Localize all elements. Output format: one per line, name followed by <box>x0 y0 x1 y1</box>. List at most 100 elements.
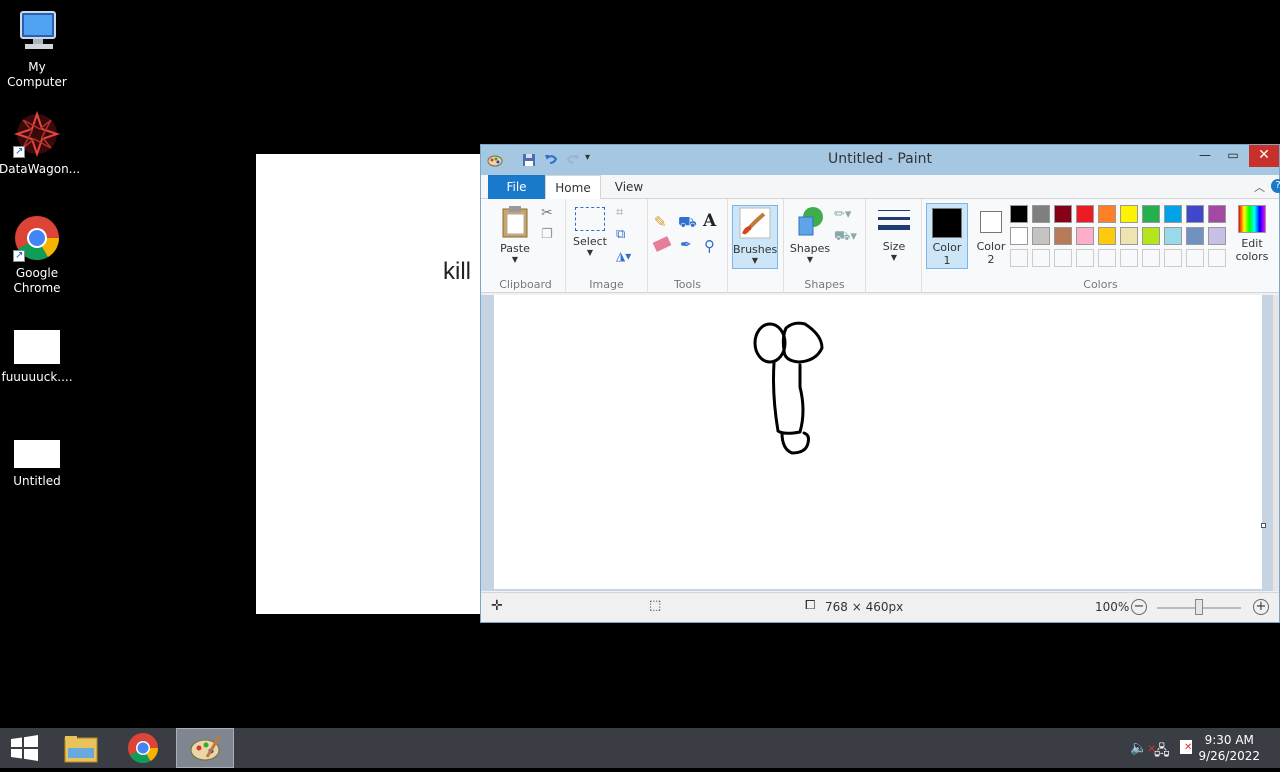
custom-color-slot[interactable] <box>1032 249 1050 267</box>
text-icon[interactable]: A <box>703 211 716 231</box>
color1-button[interactable]: Color 1 <box>926 203 968 269</box>
palette-swatch[interactable] <box>1120 227 1138 245</box>
edit-colors-button[interactable]: Edit colors <box>1232 205 1272 263</box>
tab-home[interactable]: Home <box>545 175 601 200</box>
tools-group-label: Tools <box>673 278 702 291</box>
maximize-button[interactable]: ▭ <box>1219 145 1247 167</box>
clock[interactable]: 9:30 AM 9/26/2022 <box>1198 732 1260 764</box>
desktop-icon-my-computer[interactable]: My Computer <box>0 8 75 90</box>
custom-color-slot[interactable] <box>1120 249 1138 267</box>
palette-swatch[interactable] <box>1032 227 1050 245</box>
crop-icon[interactable]: ⌗ <box>616 205 623 220</box>
palette-swatch[interactable] <box>1098 227 1116 245</box>
paste-button[interactable]: Paste ▼ <box>492 205 538 264</box>
datawagon-icon <box>13 110 61 159</box>
tools-group: ✎ ⛟ A ✒ ⚲ Tools <box>648 199 728 293</box>
palette-swatch[interactable] <box>1164 227 1182 245</box>
pencil-icon[interactable]: ✎ <box>654 213 667 231</box>
palette-swatch[interactable] <box>1120 205 1138 223</box>
chrome-icon <box>128 733 158 764</box>
palette-swatch[interactable] <box>1208 227 1226 245</box>
clock-time: 9:30 AM <box>1204 733 1254 747</box>
custom-color-slot[interactable] <box>1010 249 1028 267</box>
palette-swatch[interactable] <box>1076 205 1094 223</box>
desktop-icon-fuuuuuck[interactable]: fuuuuuck.... <box>0 328 75 385</box>
custom-color-slot[interactable] <box>1208 249 1226 267</box>
colors-group-label: Colors <box>1083 278 1118 291</box>
fill-shape-icon[interactable]: ⛟▾ <box>834 229 857 246</box>
zoom-in-button[interactable]: + <box>1253 599 1269 615</box>
desktop-icon-datawagon[interactable]: DataWagon... <box>0 110 80 177</box>
brushes-button[interactable]: Brushes ▼ <box>732 205 778 269</box>
taskbar-chrome[interactable] <box>114 728 172 768</box>
shortcut-arrow-icon <box>13 248 25 263</box>
palette-swatch[interactable] <box>1098 205 1116 223</box>
zoom-slider-thumb[interactable] <box>1195 599 1203 615</box>
paint-icon <box>190 736 221 761</box>
brush-icon <box>739 207 771 239</box>
size-button[interactable]: Size ▼ <box>874 207 914 262</box>
shapes-label: Shapes <box>789 242 831 255</box>
color-picker-icon[interactable]: ✒ <box>680 237 692 253</box>
tab-file[interactable]: File <box>488 175 545 199</box>
image-group-label: Image <box>589 278 624 291</box>
custom-color-slot[interactable] <box>1142 249 1160 267</box>
palette-swatch[interactable] <box>1054 227 1072 245</box>
palette-swatch[interactable] <box>1186 227 1204 245</box>
custom-color-slot[interactable] <box>1098 249 1116 267</box>
palette-swatch[interactable] <box>1032 205 1050 223</box>
drawing-canvas[interactable] <box>494 295 1262 589</box>
select-button[interactable]: Select ▼ <box>570 207 610 257</box>
color1-swatch <box>932 208 962 238</box>
zoom-out-button[interactable]: − <box>1131 599 1147 615</box>
custom-color-slot[interactable] <box>1076 249 1094 267</box>
palette-swatch[interactable] <box>1076 227 1094 245</box>
rotate-icon[interactable]: ◮▾ <box>616 249 631 263</box>
minimize-button[interactable]: — <box>1191 145 1219 167</box>
background-window[interactable]: kill <box>256 154 482 614</box>
outline-icon[interactable]: ✏▾ <box>834 207 851 222</box>
close-button[interactable]: ✕ <box>1249 145 1279 167</box>
dropdown-arrow-icon: ▼ <box>890 253 898 262</box>
palette-swatch[interactable] <box>1208 205 1226 223</box>
taskbar-paint[interactable] <box>176 728 234 768</box>
custom-color-slot[interactable] <box>1054 249 1072 267</box>
eraser-icon[interactable] <box>652 236 672 252</box>
custom-color-slot[interactable] <box>1186 249 1204 267</box>
palette-swatch[interactable] <box>1142 227 1160 245</box>
brushes-label: Brushes <box>733 243 778 256</box>
volume-muted-icon[interactable]: 🔈✕ <box>1130 740 1156 756</box>
canvas-resize-handle[interactable] <box>1261 523 1266 528</box>
vertical-scrollbar[interactable] <box>1273 295 1279 591</box>
palette-swatch[interactable] <box>1054 205 1072 223</box>
taskbar-file-explorer[interactable] <box>52 728 110 768</box>
desktop-icon-label: Google Chrome <box>13 266 61 295</box>
fill-icon[interactable]: ⛟ <box>678 213 697 233</box>
action-center-icon[interactable]: ✕ <box>1180 740 1192 754</box>
palette-swatch[interactable] <box>1010 205 1028 223</box>
color2-button[interactable]: Color 2 <box>970 203 1012 269</box>
palette-swatch[interactable] <box>1164 205 1182 223</box>
color2-swatch <box>980 211 1002 233</box>
start-button[interactable] <box>0 728 58 768</box>
help-icon[interactable]: ? <box>1271 179 1280 193</box>
tab-view[interactable]: View <box>605 175 653 199</box>
title-bar[interactable]: ▾ Untitled - Paint — ▭ ✕ <box>481 145 1279 175</box>
palette-swatch[interactable] <box>1142 205 1160 223</box>
custom-color-slot[interactable] <box>1164 249 1182 267</box>
palette-swatch[interactable] <box>1010 227 1028 245</box>
desktop-icon-untitled[interactable]: Untitled <box>0 440 75 489</box>
resize-icon[interactable]: ⧉ <box>616 227 625 242</box>
colors-group: Color 1 Color 2 Edit colors Colors <box>922 199 1279 293</box>
clock-date: 9/26/2022 <box>1198 749 1260 763</box>
shapes-button[interactable]: Shapes ▼ <box>788 205 832 264</box>
cut-icon[interactable]: ✂ <box>541 205 553 221</box>
magnifier-icon[interactable]: ⚲ <box>704 237 715 255</box>
palette-swatch[interactable] <box>1186 205 1204 223</box>
paint-window[interactable]: ▾ Untitled - Paint — ▭ ✕ File Home View … <box>480 144 1280 623</box>
copy-icon[interactable]: ❐ <box>541 227 553 242</box>
desktop-icon-google-chrome[interactable]: Google Chrome <box>0 214 75 296</box>
network-icon[interactable]: 🖧 <box>1154 740 1170 764</box>
size-label: Size <box>882 240 906 253</box>
minimize-ribbon-icon[interactable]: ︿ <box>1254 179 1265 195</box>
